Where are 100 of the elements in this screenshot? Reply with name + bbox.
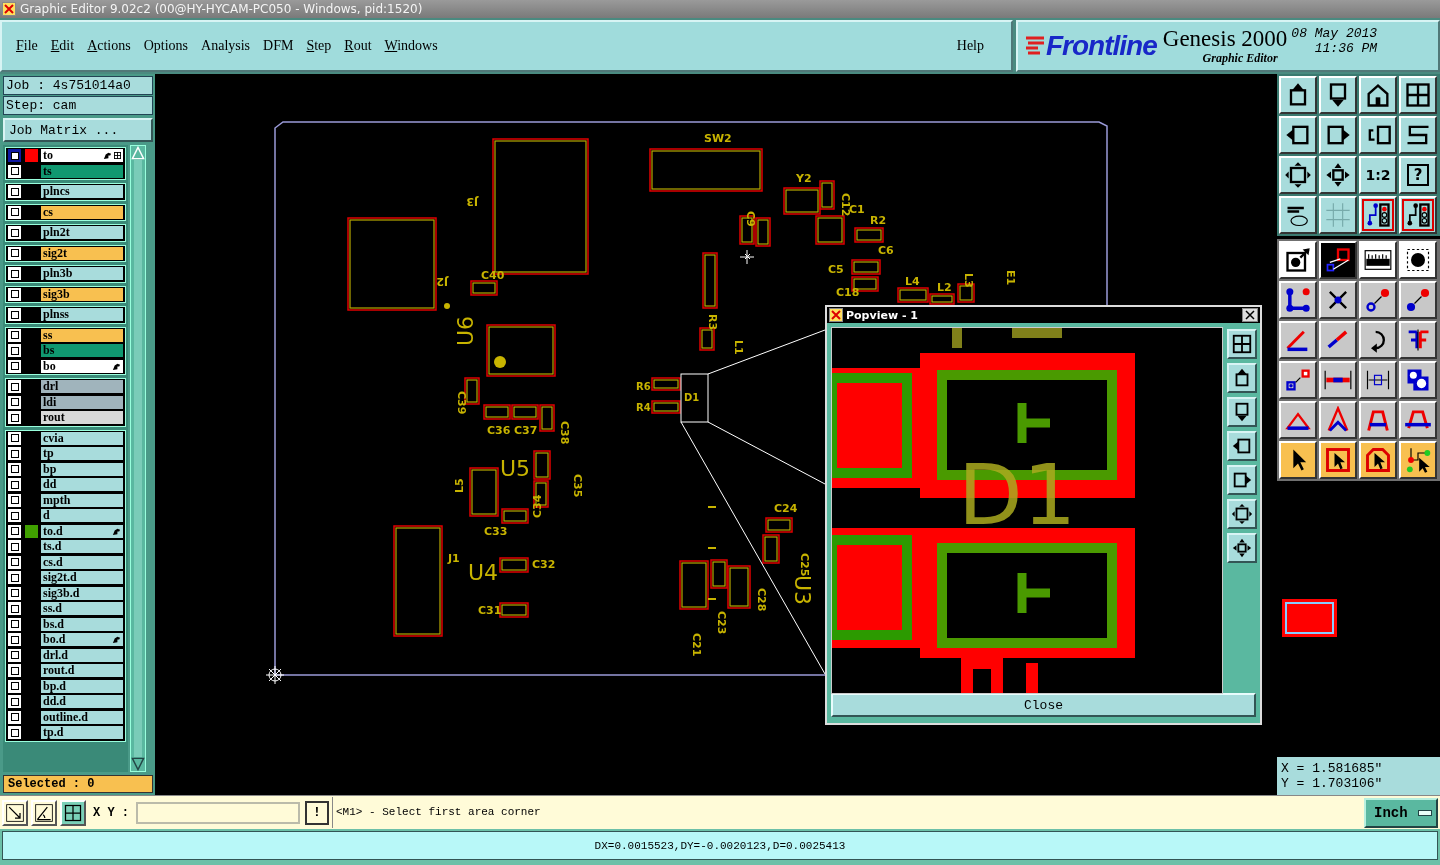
layer-name[interactable]: tp.d [40, 725, 124, 741]
work-layer-toggle[interactable] [7, 554, 22, 570]
layer-name[interactable]: sig2t [40, 245, 124, 261]
job-matrix-button[interactable]: Job Matrix ... [3, 118, 153, 142]
work-layer-toggle[interactable] [7, 492, 22, 508]
tool-button[interactable] [1227, 329, 1257, 359]
menu-item[interactable]: Actions [87, 38, 142, 54]
layer-name[interactable]: bo.d [40, 632, 124, 648]
help-button[interactable]: ? [1399, 156, 1437, 194]
layer-name[interactable]: to [40, 148, 124, 164]
work-layer-toggle[interactable] [7, 163, 22, 179]
unit-dropdown[interactable]: Inch [1364, 797, 1438, 828]
work-layer-toggle[interactable] [7, 446, 22, 462]
layer-name[interactable]: bp.d [40, 678, 124, 694]
layer-name[interactable]: ts [40, 163, 124, 179]
work-layer-toggle[interactable] [7, 709, 22, 725]
menu-item[interactable]: Analysis [201, 38, 262, 54]
work-layer-toggle[interactable] [7, 379, 22, 395]
layer-name[interactable]: sig3b.d [40, 585, 124, 601]
alert-button[interactable]: ! [305, 800, 329, 825]
menu-item[interactable]: Rout [344, 38, 383, 54]
tool-button[interactable] [1227, 397, 1257, 427]
menu-item[interactable]: Windows [384, 38, 449, 54]
layer-name[interactable]: tp [40, 446, 124, 462]
layer-name[interactable]: cs.d [40, 554, 124, 570]
menu-item[interactable]: File [16, 38, 49, 54]
tool-button[interactable] [1227, 499, 1257, 529]
work-layer-toggle[interactable] [7, 694, 22, 710]
work-layer-toggle[interactable] [7, 616, 22, 632]
close-button[interactable]: Close [831, 693, 1256, 717]
layer-name[interactable]: rout [40, 410, 124, 426]
layer-name[interactable]: ts.d [40, 539, 124, 555]
layer-name[interactable]: ss.d [40, 601, 124, 617]
layer-name[interactable]: mpth [40, 492, 124, 508]
work-layer-toggle[interactable] [7, 461, 22, 477]
layer-name[interactable]: d [40, 508, 124, 524]
layer-name[interactable]: cs [40, 204, 124, 220]
menu-item[interactable]: Options [143, 38, 200, 54]
work-layer-toggle[interactable] [7, 245, 22, 261]
layer-name[interactable]: bo [40, 358, 124, 374]
zoom-ratio-button[interactable]: 1:2 [1359, 156, 1397, 194]
layer-name[interactable]: ldi [40, 394, 124, 410]
work-layer-toggle[interactable] [7, 410, 22, 426]
work-layer-toggle[interactable] [7, 343, 22, 359]
work-layer-toggle[interactable] [7, 539, 22, 555]
tool-button[interactable] [1227, 533, 1257, 563]
layer-name[interactable]: drl [40, 379, 124, 395]
menu-item[interactable]: DFM [263, 38, 305, 54]
layer-name[interactable]: bp [40, 461, 124, 477]
layer-name[interactable]: plncs [40, 184, 124, 200]
work-layer-toggle[interactable] [7, 430, 22, 446]
work-layer-toggle[interactable] [7, 286, 22, 302]
layer-name[interactable]: outline.d [40, 709, 124, 725]
help-menu[interactable]: Help [956, 38, 995, 54]
board-thumbnail[interactable] [1282, 599, 1337, 637]
menu-item[interactable]: Edit [50, 38, 86, 54]
work-layer-toggle[interactable] [7, 585, 22, 601]
work-layer-toggle[interactable] [7, 266, 22, 282]
layer-name[interactable]: to.d [40, 523, 124, 539]
tool-button[interactable] [1227, 431, 1257, 461]
layer-name[interactable]: sig3b [40, 286, 124, 302]
scroll-down-icon[interactable] [131, 757, 145, 771]
coordinate-input[interactable] [136, 801, 300, 824]
layer-name[interactable]: bs [40, 343, 124, 359]
work-layer-toggle[interactable] [7, 523, 22, 539]
work-layer-toggle[interactable] [7, 477, 22, 493]
work-layer-toggle[interactable] [7, 725, 22, 741]
layer-name[interactable]: pln2t [40, 225, 124, 241]
work-layer-toggle[interactable] [7, 394, 22, 410]
layer-name[interactable]: cvia [40, 430, 124, 446]
work-layer-toggle[interactable] [7, 148, 22, 164]
tool-button[interactable] [1227, 465, 1257, 495]
scrollbar[interactable] [130, 145, 146, 772]
work-layer-toggle[interactable] [7, 358, 22, 374]
work-layer-toggle[interactable] [7, 204, 22, 220]
work-layer-toggle[interactable] [7, 678, 22, 694]
layer-name[interactable]: drl.d [40, 647, 124, 663]
layer-name[interactable]: dd [40, 477, 124, 493]
layer-name[interactable]: plnss [40, 307, 124, 323]
layer-name[interactable]: pln3b [40, 266, 124, 282]
work-layer-toggle[interactable] [7, 327, 22, 343]
tool-button[interactable] [1227, 363, 1257, 393]
layer-name[interactable]: dd.d [40, 694, 124, 710]
layer-name[interactable]: bs.d [40, 616, 124, 632]
layer-name[interactable]: sig2t.d [40, 570, 124, 586]
work-layer-toggle[interactable] [7, 225, 22, 241]
layer-label: ss.d [43, 601, 63, 617]
work-layer-toggle[interactable] [7, 570, 22, 586]
work-layer-toggle[interactable] [7, 647, 22, 663]
work-layer-toggle[interactable] [7, 663, 22, 679]
work-layer-toggle[interactable] [7, 601, 22, 617]
layer-name[interactable]: rout.d [40, 663, 124, 679]
menu-item[interactable]: Step [306, 38, 343, 54]
layer-name[interactable]: ss [40, 327, 124, 343]
component-footprint [815, 215, 845, 245]
close-button[interactable] [1242, 308, 1258, 322]
work-layer-toggle[interactable] [7, 508, 22, 524]
work-layer-toggle[interactable] [7, 184, 22, 200]
work-layer-toggle[interactable] [7, 632, 22, 648]
work-layer-toggle[interactable] [7, 307, 22, 323]
